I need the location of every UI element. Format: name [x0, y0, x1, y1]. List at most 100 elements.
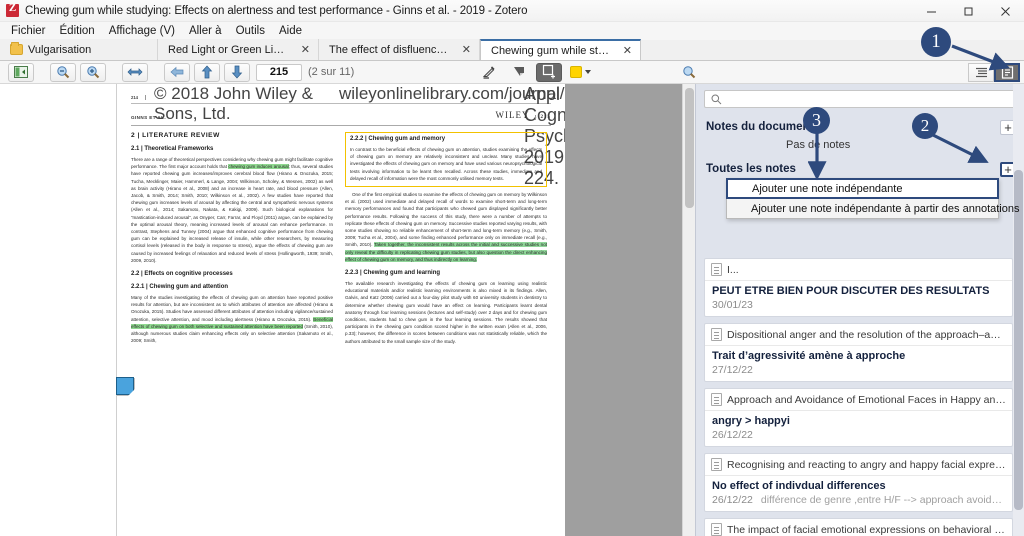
zoom-in-button[interactable] [80, 62, 106, 82]
pdf-toolbar: 215 (2 sur 11) [0, 61, 1024, 84]
highlight-text-button[interactable] [476, 63, 502, 82]
pdf-right-column: 2.2.2 | Chewing gum and memory In contra… [345, 132, 547, 345]
navigate-back-button[interactable] [164, 62, 190, 82]
list-item[interactable]: Approach and Avoidance of Emotional Face… [704, 388, 1013, 447]
fit-width-button[interactable] [122, 62, 148, 82]
text-pre: Many of the studies investigating the ef… [131, 295, 333, 322]
highlight-green[interactable]: chewing gum induces arousal [228, 164, 289, 170]
menu-aide[interactable]: Aide [272, 25, 309, 37]
notes-scrollbar-thumb[interactable] [1014, 170, 1023, 510]
subsection-gum-memory: 2.2.2 | Chewing gum and memory [350, 136, 446, 142]
annotation-color-button[interactable] [566, 63, 594, 82]
note-body: No effect of indivdual differences 26/12… [705, 476, 1012, 511]
notes-scrollbar[interactable] [1013, 84, 1024, 536]
outline-view-button[interactable] [968, 62, 994, 82]
tab-close-icon[interactable]: ✕ [295, 43, 310, 56]
callout-badge-3: 3 [803, 107, 830, 134]
note-title: PEUT ETRE BIEN POUR DISCUTER DES RESULTA… [712, 285, 990, 297]
note-date: 26/12/22 [712, 429, 753, 441]
page-count-label: (2 sur 11) [308, 66, 355, 78]
list-item[interactable]: Recognising and reacting to angry and ha… [704, 453, 1013, 512]
pdf-left-margin [0, 84, 117, 536]
add-note-context-menu: Ajouter une note indépendante Ajouter un… [726, 178, 1019, 219]
select-area-button[interactable] [536, 62, 563, 82]
note-source: Recognising and reacting to angry and ha… [705, 454, 1012, 476]
zotero-window: Chewing gum while studying: Effects on a… [0, 0, 1024, 536]
list-item[interactable]: Dispositional anger and the resolution o… [704, 323, 1013, 382]
menu-aller-a[interactable]: Aller à [182, 25, 229, 37]
pdf-vertical-scrollbar[interactable] [682, 84, 695, 536]
note-document-icon [711, 328, 722, 341]
tab-label: Red Light or Green Light? ... [168, 43, 290, 56]
notes-search-input[interactable] [704, 90, 1016, 108]
tab-library[interactable]: Vulgarisation [0, 39, 158, 60]
note-body: angry > happyi 26/12/22 [705, 411, 1012, 446]
note-source: The impact of facial emotional expressio… [705, 519, 1012, 536]
window-title: Chewing gum while studying: Effects on a… [25, 4, 528, 17]
notes-sidebar: Notes du document + Pas de notes Toutes … [695, 84, 1024, 536]
note-document-icon [711, 263, 722, 276]
learning-text: The available research investigating the… [345, 281, 547, 344]
tab-label: Vulgarisation [28, 43, 92, 56]
tab-bar: Vulgarisation Red Light or Green Light? … [0, 39, 1024, 61]
zoom-out-button[interactable] [50, 62, 76, 82]
maximize-button[interactable] [950, 0, 987, 22]
find-button[interactable] [676, 63, 702, 82]
paragraph-empirical-studies: One of the first empirical studies to ex… [345, 191, 547, 263]
subsection-gum-attention: 2.2.1 | Chewing gum and attention [131, 284, 229, 291]
callout-badge-2: 2 [912, 113, 938, 139]
window-controls [913, 0, 1024, 22]
note-meta: 27/12/22 [712, 364, 1005, 376]
menu-item-add-standalone-note-from-annotations[interactable]: Ajouter une note indépendante à partir d… [727, 199, 1019, 218]
toggle-sidebar-button[interactable] [8, 62, 34, 82]
menu-outils[interactable]: Outils [229, 25, 272, 37]
document-notes-title: Notes du document [706, 121, 814, 133]
folder-icon [10, 42, 23, 55]
pdf-viewer-area: 214 © 2018 John Wiley & Sons, Ltd. wiley… [0, 84, 695, 536]
menu-edition[interactable]: Édition [53, 25, 102, 37]
pdf-copyright: © 2018 John Wiley & Sons, Ltd. [154, 84, 313, 123]
menu-fichier[interactable]: Fichier [4, 25, 53, 37]
tab-close-icon[interactable]: ✕ [456, 43, 471, 56]
pdf-header-rule [131, 125, 551, 126]
previous-page-button[interactable] [194, 62, 220, 82]
chevron-down-icon [584, 70, 591, 74]
view-mode-buttons [968, 62, 1020, 82]
tab-disfluency[interactable]: The effect of disfluency on ... ✕ [319, 39, 480, 60]
close-button[interactable] [987, 0, 1024, 22]
paragraph-gum-memory-boxed: In contrast to the beneficial effects of… [350, 146, 542, 182]
color-swatch-icon [569, 66, 582, 78]
list-item[interactable]: I... PEUT ETRE BIEN POUR DISCUTER DES RE… [704, 258, 1013, 317]
section-heading-literature-review: 2 | LITERATURE REVIEW [131, 132, 220, 139]
callout-badge-1: 1 [921, 27, 951, 57]
note-meta: 30/01/23 [712, 299, 1005, 311]
note-body: PEUT ETRE BIEN POUR DISCUTER DES RESULTA… [705, 281, 1012, 316]
publisher-logo: WILEY 215 [495, 110, 551, 120]
boxed-text: In contrast to the beneficial effects of… [350, 147, 542, 181]
minimize-button[interactable] [913, 0, 950, 22]
pdf-scrollbar-thumb[interactable] [685, 88, 694, 208]
tab-close-icon[interactable]: ✕ [617, 44, 632, 57]
zotero-logo-icon [6, 2, 19, 17]
list-item[interactable]: The impact of facial emotional expressio… [704, 518, 1013, 536]
pdf-page[interactable]: 214 © 2018 John Wiley & Sons, Ltd. wiley… [117, 84, 565, 536]
page-number-input[interactable]: 215 [256, 63, 302, 81]
tab-red-light-green-light[interactable]: Red Light or Green Light? ... ✕ [158, 39, 319, 60]
wiley-logo: WILEY [495, 110, 530, 120]
pdf-journal-url: wileyonlinelibrary.com/journal/acp [339, 84, 565, 103]
underline-text-button[interactable] [506, 63, 532, 82]
menu-affichage[interactable]: Affichage (V) [102, 25, 182, 37]
sticky-note-annotation-icon[interactable] [116, 377, 135, 396]
yellow-box-annotation[interactable]: 2.2.2 | Chewing gum and memory In contra… [345, 132, 547, 188]
running-head-authors: GINNS ET AL. [131, 115, 167, 120]
tab-chewing-gum[interactable]: Chewing gum while studyin... ✕ [480, 39, 641, 60]
paragraph-gum-learning: The available research investigating the… [345, 280, 547, 345]
note-extra: différence de genre ,entre H/F --> appro… [760, 494, 1005, 506]
menu-bar: Fichier Édition Affichage (V) Aller à Ou… [0, 22, 1024, 40]
annotations-view-button[interactable] [994, 62, 1020, 82]
menu-item-add-standalone-note[interactable]: Ajouter une note indépendante [726, 178, 999, 199]
pdf-citation: Appl Cognit Psychol. 2019;33:214–224. [524, 84, 565, 188]
next-page-button[interactable] [224, 62, 250, 82]
note-source: Approach and Avoidance of Emotional Face… [705, 389, 1012, 411]
highlight-green[interactable]: Taken together, the inconsistent results… [345, 242, 547, 262]
